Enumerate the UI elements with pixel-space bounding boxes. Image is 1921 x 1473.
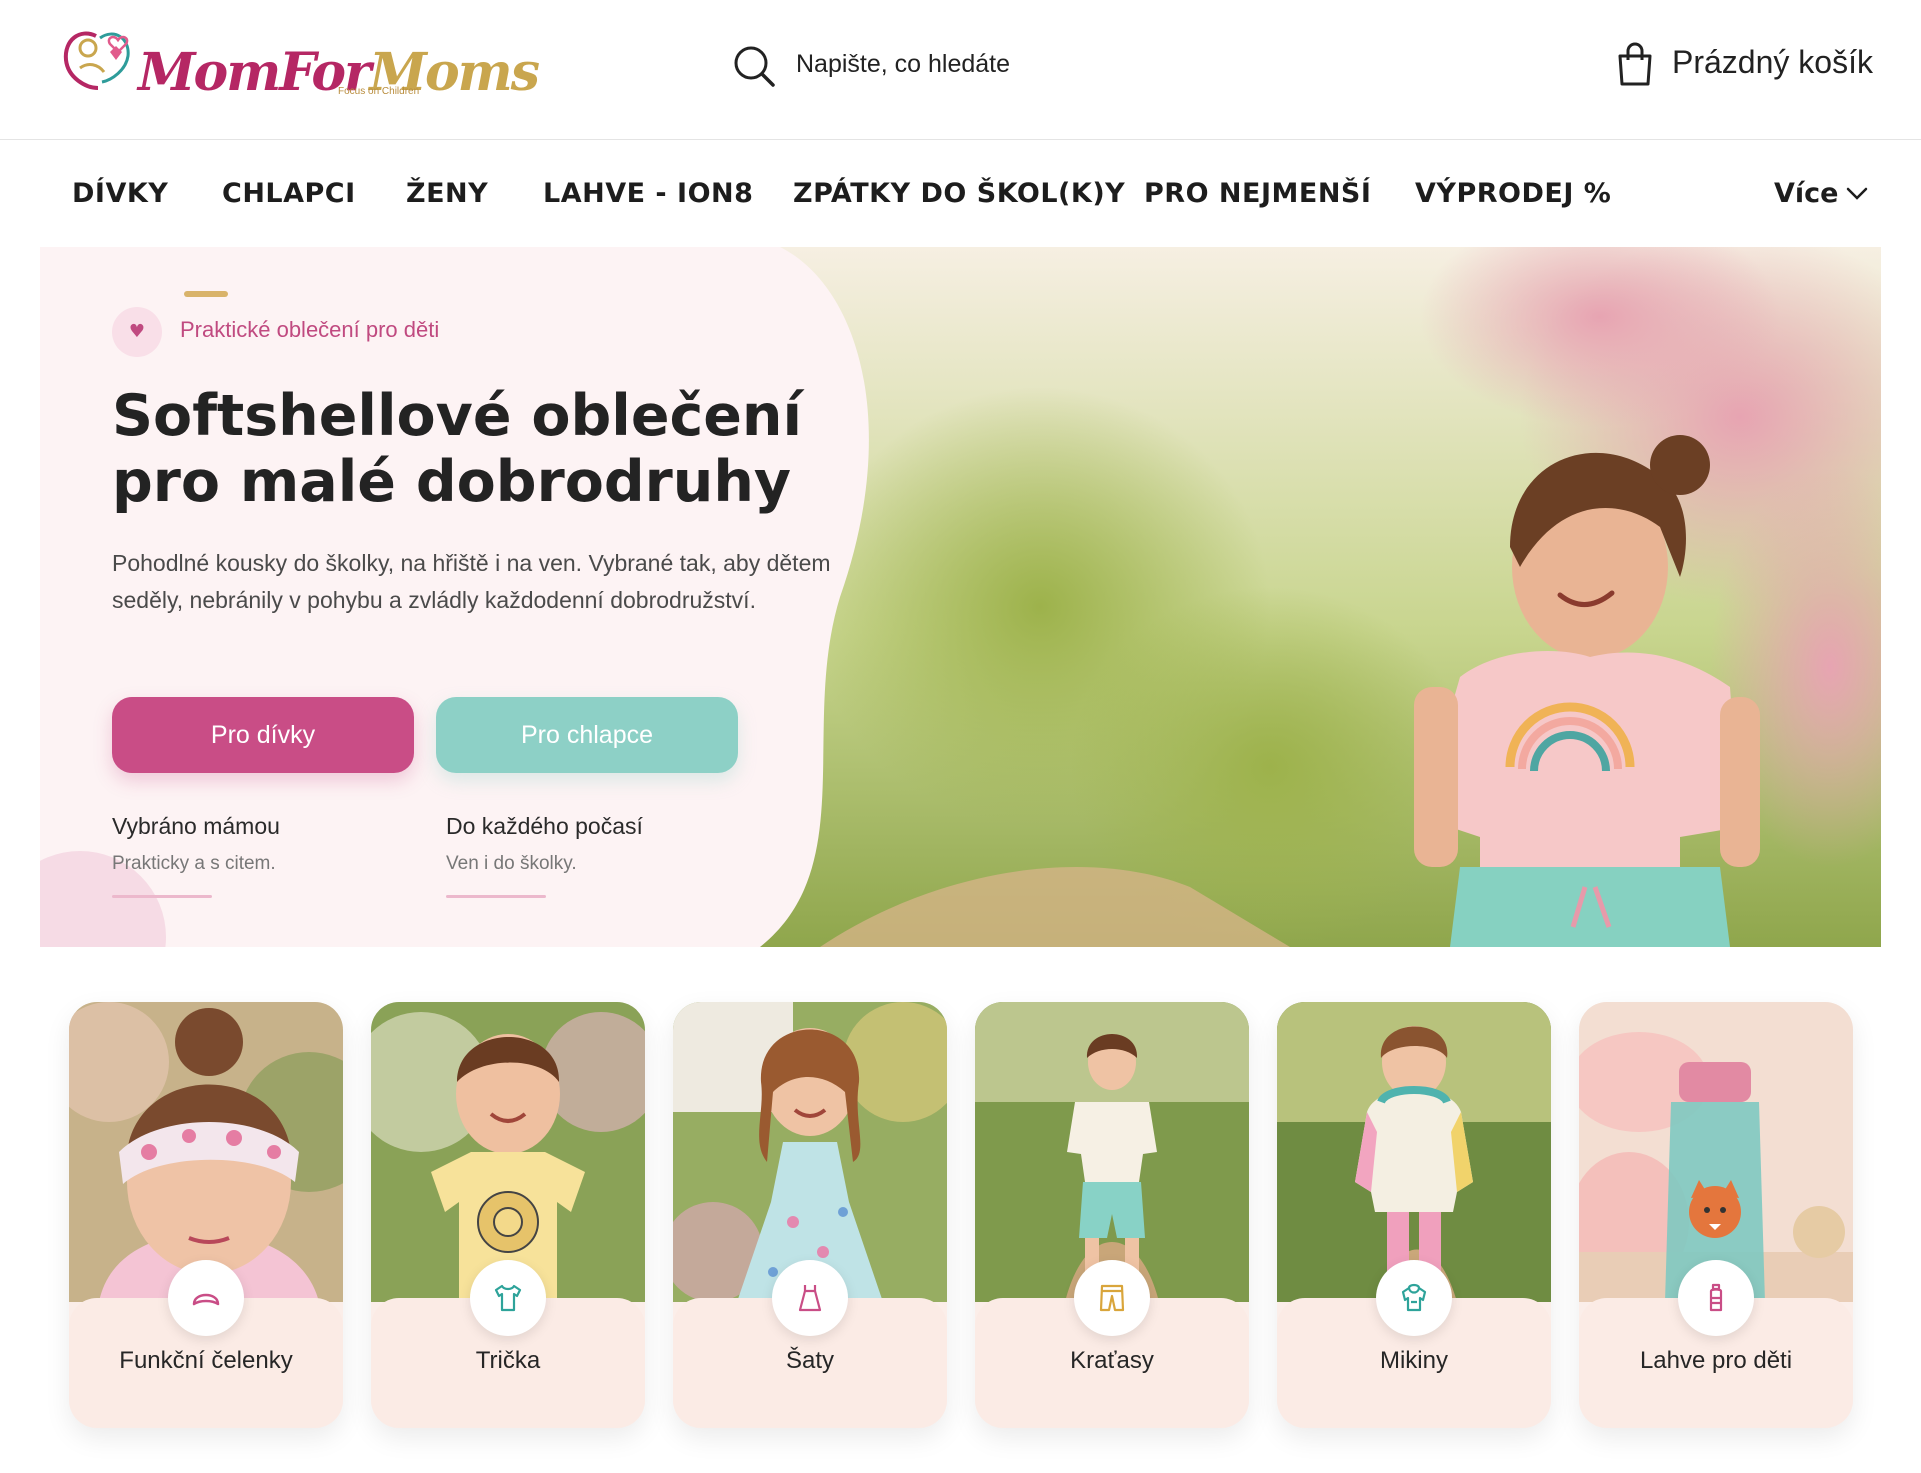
feature-subtitle-chosen-by-mom: Prakticky a s citem. xyxy=(112,853,276,874)
feature-title-chosen-by-mom: Vybráno mámou xyxy=(112,813,280,839)
site-logo[interactable]: MomForMoms Focus on Children xyxy=(58,18,540,104)
nav-more-dropdown[interactable]: Více xyxy=(1774,178,1868,209)
dress-icon xyxy=(772,1260,848,1336)
headband-icon xyxy=(168,1260,244,1336)
category-photo-shorts xyxy=(975,1002,1249,1302)
logo-mother-child-icon xyxy=(63,31,130,90)
search-input[interactable]: Napište, co hledáte xyxy=(796,50,1010,79)
hero-accent-line xyxy=(184,291,228,297)
category-label: Kraťasy xyxy=(1070,1347,1154,1374)
category-label: Lahve pro děti xyxy=(1639,1347,1793,1374)
category-card-tshirts[interactable]: Trička xyxy=(371,1002,645,1428)
category-label: Mikiny xyxy=(1379,1347,1448,1374)
nav-more-label: Více xyxy=(1774,178,1839,209)
feature-underline xyxy=(112,895,212,898)
shopping-bag-icon xyxy=(1618,42,1652,86)
nav-item-zeny[interactable]: ŽENY xyxy=(406,178,488,209)
hero-title: Softshellové oblečení pro malé dobrodruh… xyxy=(112,383,812,515)
category-photo-tshirt xyxy=(371,1002,645,1302)
search-icon[interactable] xyxy=(732,44,776,88)
category-photo-dress xyxy=(673,1002,947,1302)
bottle-icon xyxy=(1678,1260,1754,1336)
category-label: Trička xyxy=(475,1347,541,1374)
hero-banner: ♥ Praktické oblečení pro děti Softshello… xyxy=(40,247,1881,947)
cart-button[interactable]: Prázdný košík xyxy=(1616,40,1906,90)
nav-item-pro-nejmensi[interactable]: PRO NEJMENŠÍ xyxy=(1144,178,1371,209)
category-card-headbands[interactable]: Funkční čelenky xyxy=(69,1002,343,1428)
category-label: Šaty xyxy=(785,1347,835,1374)
search-bar[interactable]: Napište, co hledáte xyxy=(732,40,1132,90)
category-card-bottles[interactable]: Lahve pro děti xyxy=(1579,1002,1853,1428)
category-label: Funkční čelenky xyxy=(119,1347,293,1374)
nav-item-zpatky-do-skoly[interactable]: ZPÁTKY DO ŠKOL(K)Y xyxy=(793,178,1125,209)
chevron-down-icon xyxy=(1846,187,1868,200)
tshirt-icon xyxy=(470,1260,546,1336)
logo-tagline: Focus on Children xyxy=(338,86,420,97)
for-boys-button[interactable]: Pro chlapce xyxy=(436,697,738,773)
nav-item-chlapci[interactable]: CHLAPCI xyxy=(222,178,356,209)
cart-label: Prázdný košík xyxy=(1672,44,1873,80)
for-girls-button[interactable]: Pro dívky xyxy=(112,697,414,773)
heart-icon: ♥ xyxy=(112,307,162,357)
nav-item-vyprodej[interactable]: VÝPRODEJ % xyxy=(1415,178,1611,209)
category-card-hoodies[interactable]: Mikiny xyxy=(1277,1002,1551,1428)
hoodie-icon xyxy=(1376,1260,1452,1336)
category-photo-headband xyxy=(69,1002,343,1302)
nav-item-divky[interactable]: DÍVKY xyxy=(72,178,168,209)
category-photo-hoodie xyxy=(1277,1002,1551,1302)
hero-title-line1: Softshellové oblečení xyxy=(112,383,803,449)
shorts-icon xyxy=(1074,1260,1150,1336)
hero-title-line2: pro malé dobrodruhy xyxy=(112,449,792,515)
category-photo-bottle xyxy=(1579,1002,1853,1302)
feature-title-any-weather: Do každého počasí xyxy=(446,813,643,839)
feature-underline xyxy=(446,895,546,898)
hero-badge-text: Praktické oblečení pro děti xyxy=(180,317,440,342)
hero-description: Pohodlné kousky do školky, na hřiště i n… xyxy=(112,550,831,613)
category-card-dresses[interactable]: Šaty xyxy=(673,1002,947,1428)
nav-item-lahve-ion8[interactable]: LAHVE - ION8 xyxy=(543,178,753,209)
category-card-shorts[interactable]: Kraťasy xyxy=(975,1002,1249,1428)
site-header: MomForMoms Focus on Children Napište, co… xyxy=(0,0,1921,140)
main-navigation: DÍVKY CHLAPCI ŽENY LAHVE - ION8 ZPÁTKY D… xyxy=(0,141,1921,246)
feature-subtitle-any-weather: Ven i do školky. xyxy=(446,853,577,874)
